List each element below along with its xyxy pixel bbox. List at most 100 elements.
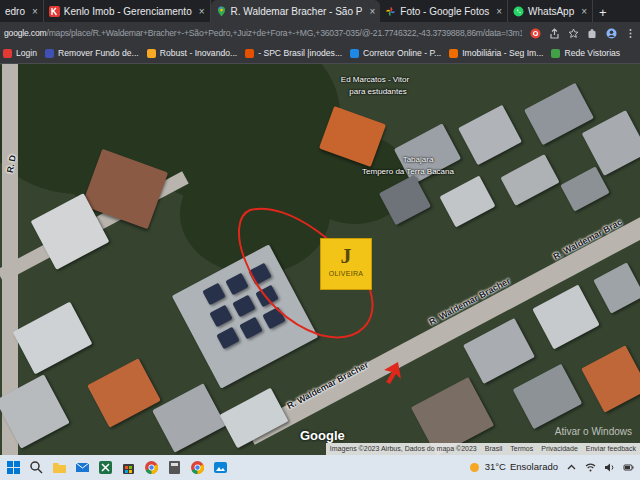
bookmark-label: Imobiliária - Seg Im...: [462, 47, 543, 60]
map-footer-link[interactable]: Enviar feedback: [586, 444, 636, 455]
bookmark-label: Corretor Online - P...: [363, 47, 441, 60]
tab-label: WhatsApp: [528, 4, 574, 19]
bookmark-favicon-icon: [45, 49, 54, 58]
tab-label: edro: [5, 4, 25, 19]
browser-tab[interactable]: edro ×: [0, 0, 44, 22]
building: [458, 105, 522, 166]
bookmark-favicon-icon: [3, 49, 12, 58]
bookmark-favicon-icon: [551, 49, 560, 58]
close-tab-button[interactable]: ×: [366, 4, 375, 19]
bookmark[interactable]: - SPC Brasil |inodes...: [245, 47, 342, 60]
map-footer-link[interactable]: Brasil: [485, 444, 503, 455]
building: [532, 284, 600, 349]
url-field[interactable]: google.com/maps/place/R.+Waldemar+Brache…: [4, 27, 522, 40]
bookmark-label: Login: [16, 47, 37, 60]
close-tab-button[interactable]: ×: [493, 4, 502, 19]
place-label: Tabajara: [403, 154, 434, 166]
taskbar-tray: 31°C Ensolarado: [468, 460, 634, 474]
browser-tab[interactable]: Kenlo Imob - Gerenciamento ×: [44, 0, 211, 22]
folder-icon[interactable]: [52, 460, 67, 475]
bookmark[interactable]: Robust - Inovando...: [147, 47, 237, 60]
address-bar[interactable]: google.com/maps/place/R.+Waldemar+Brache…: [0, 22, 640, 44]
bookmarks-bar: Login Remover Fundo de... Robust - Inovand…: [0, 44, 640, 64]
building: [87, 358, 161, 428]
whatsapp-icon: [513, 6, 524, 17]
weather-widget[interactable]: 31°C Ensolarado: [468, 460, 558, 474]
building: [219, 388, 288, 449]
browser-tab[interactable]: WhatsApp ×: [508, 0, 593, 22]
tab-strip: edro×Kenlo Imob - Gerenciamento×R. Walde…: [0, 0, 640, 22]
tab-label: Foto - Google Fotos: [400, 4, 489, 19]
building: [439, 175, 495, 227]
building: [513, 364, 583, 430]
temperature: 31°C: [485, 460, 506, 474]
bookmark[interactable]: Login: [3, 47, 37, 60]
taskbar-apps: [6, 460, 228, 475]
place-label: Ed Marcatos - Vitor: [341, 74, 409, 86]
building: [500, 154, 559, 206]
bookmark-favicon-icon: [147, 49, 156, 58]
map-attribution: Imagens ©2023 Airbus, Dados do mapa ©202…: [326, 443, 640, 456]
taskbar: 31°C Ensolarado: [0, 455, 640, 480]
tab-label: R. Waldemar Bracher - São P: [231, 4, 363, 19]
building: [581, 345, 640, 413]
bookmark[interactable]: Corretor Online - P...: [350, 47, 441, 60]
url-path: /maps/place/R.+Waldemar+Bracher+-+São+Pe…: [46, 28, 522, 38]
new-tab-button[interactable]: +: [593, 3, 613, 23]
map-footer-link[interactable]: Privacidade: [541, 444, 578, 455]
building: [172, 244, 318, 388]
menu-icon[interactable]: [625, 28, 636, 39]
agency-marker[interactable]: J OLIVEIRA: [320, 238, 372, 290]
map-footer-link[interactable]: Termos: [510, 444, 533, 455]
url-host: google.com: [4, 28, 46, 38]
marker-letter: J: [321, 245, 371, 267]
chrome-window-icon[interactable]: [190, 460, 205, 475]
bookmark[interactable]: Imobiliária - Seg Im...: [449, 47, 543, 60]
photos-icon: [385, 6, 396, 17]
building: [593, 262, 640, 313]
volume-icon[interactable]: [604, 462, 615, 473]
bookmark-favicon-icon: [245, 49, 254, 58]
close-tab-button[interactable]: ×: [196, 4, 205, 19]
calculator-icon[interactable]: [167, 460, 182, 475]
store-icon[interactable]: [121, 460, 136, 475]
building: [152, 383, 226, 453]
marker-name: OLIVEIRA: [321, 270, 371, 277]
weather-condition: Ensolarado: [510, 460, 558, 474]
kenlo-icon: [49, 6, 60, 17]
tab-label: Kenlo Imob - Gerenciamento: [64, 4, 192, 19]
search-icon[interactable]: [29, 460, 44, 475]
bookmark-label: Rede Vistorias: [564, 47, 620, 60]
profile-icon[interactable]: [606, 28, 617, 39]
chevron-up-icon[interactable]: [566, 462, 577, 473]
maps-pin-icon: [216, 6, 227, 17]
lens-icon[interactable]: [530, 28, 541, 39]
windows-start-icon[interactable]: [6, 460, 21, 475]
excel-icon[interactable]: [98, 460, 113, 475]
battery-icon[interactable]: [623, 462, 634, 473]
close-tab-button[interactable]: ×: [578, 4, 587, 19]
close-tab-button[interactable]: ×: [29, 4, 38, 19]
bookmark[interactable]: Remover Fundo de...: [45, 47, 139, 60]
mail-icon[interactable]: [75, 460, 90, 475]
bookmark-favicon-icon: [350, 49, 359, 58]
bookmark-favicon-icon: [449, 49, 458, 58]
bookmark[interactable]: Rede Vistorias: [551, 47, 620, 60]
sun-icon: [468, 461, 481, 474]
photos-app-icon[interactable]: [213, 460, 228, 475]
building: [13, 302, 93, 375]
place-label: Tempero da Terra Bacana: [362, 166, 454, 178]
place-label: para estudantes: [349, 86, 406, 98]
map[interactable]: JOLIVEIRAR. DEd Marcatos - Vitorpara est…: [0, 64, 640, 455]
extension-icon[interactable]: [587, 28, 598, 39]
share-icon[interactable]: [549, 28, 560, 39]
bookmark-label: Remover Fundo de...: [58, 47, 139, 60]
bookmark-label: - SPC Brasil |inodes...: [258, 47, 342, 60]
attribution-text: Imagens ©2023 Airbus, Dados do mapa ©202…: [330, 444, 477, 455]
chrome-icon[interactable]: [144, 460, 159, 475]
windows-watermark: Ativar o Windows: [555, 424, 632, 439]
browser-tab[interactable]: R. Waldemar Bracher - São P×: [211, 0, 381, 22]
browser-tab[interactable]: Foto - Google Fotos ×: [380, 0, 508, 22]
wifi-icon[interactable]: [585, 462, 596, 473]
star-icon[interactable]: [568, 28, 579, 39]
